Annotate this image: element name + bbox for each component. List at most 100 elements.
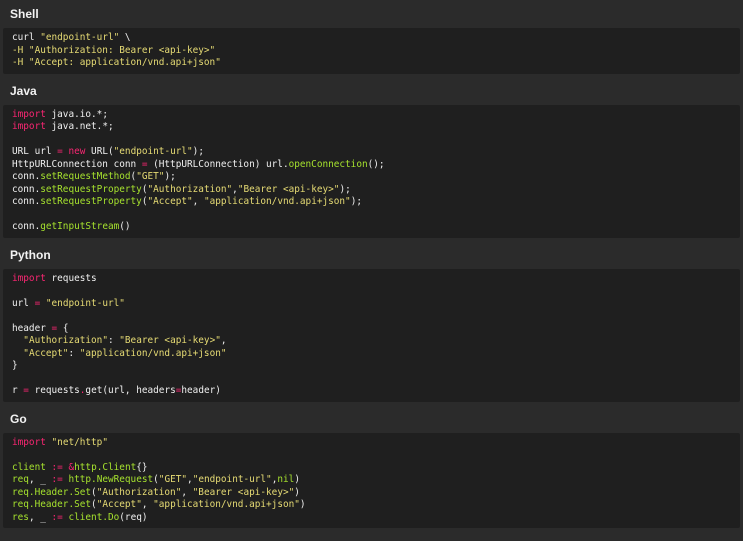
code-token: conn. xyxy=(12,196,41,207)
code-token: ); xyxy=(164,171,176,182)
code-token: "application/vnd.api+json" xyxy=(203,196,351,207)
code-token: "Authorization" xyxy=(23,335,108,346)
code-token: ) xyxy=(294,474,300,485)
code-token: ) xyxy=(299,499,306,510)
code-token: "endpoint-url" xyxy=(45,297,125,309)
code-line xyxy=(12,209,740,222)
code-token: "application/vnd.api+json" xyxy=(153,499,300,510)
code-line: import requests xyxy=(12,273,740,286)
code-token: "Accept" xyxy=(147,196,193,207)
code-line xyxy=(12,310,740,323)
code-token: "endpoint-url" xyxy=(192,474,272,485)
code-token: , xyxy=(192,196,204,207)
shell-section: Shell curl "endpoint-url" \ -H "Authoriza… xyxy=(0,2,743,74)
code-token: nil xyxy=(277,474,295,485)
code-blank xyxy=(12,449,18,460)
code-token: http.NewRequest xyxy=(68,474,154,485)
code-token: header xyxy=(12,322,52,334)
code-token: import xyxy=(12,436,46,448)
code-token: HttpURLConnection conn xyxy=(12,158,142,170)
code-line: curl "endpoint-url" \ xyxy=(12,32,740,45)
code-line: HttpURLConnection conn = (HttpURLConnect… xyxy=(12,159,740,172)
code-token: client xyxy=(12,461,46,473)
code-token: (HttpURLConnection) url. xyxy=(147,158,289,170)
code-token: http.Client xyxy=(74,461,137,473)
code-token: := xyxy=(51,511,63,523)
code-token: java.io.*; xyxy=(45,108,108,120)
code-token: new xyxy=(68,146,86,157)
code-token: -H "Authorization: Bearer <api-key>" xyxy=(12,44,216,56)
code-token: "GET" xyxy=(136,171,165,182)
code-token: setRequestMethod xyxy=(40,171,131,182)
code-token: , xyxy=(220,335,227,346)
code-token: (); xyxy=(367,158,385,170)
code-blank xyxy=(12,310,18,321)
code-line: -H "Accept: application/vnd.api+json" xyxy=(12,57,740,70)
code-token: "endpoint-url" xyxy=(113,146,193,157)
go-section-title: Go xyxy=(10,411,27,426)
shell-code-block[interactable]: curl "endpoint-url" \ -H "Authorization: … xyxy=(3,28,740,74)
code-token: URL( xyxy=(85,146,114,157)
code-token: conn. xyxy=(12,221,41,232)
code-token: conn. xyxy=(12,171,41,182)
code-token: setRequestProperty xyxy=(40,183,142,195)
code-token: "net/http" xyxy=(51,436,108,448)
code-token: url xyxy=(12,297,35,309)
code-token: , xyxy=(181,486,193,498)
code-token: conn. xyxy=(12,183,41,195)
code-token: header) xyxy=(181,385,221,396)
code-blank xyxy=(12,285,18,296)
code-token: } xyxy=(12,360,18,371)
code-token: r xyxy=(12,385,24,396)
code-token: "Bearer <api-key>" xyxy=(237,183,340,195)
code-token: , _ xyxy=(28,474,52,485)
code-line: -H "Authorization: Bearer <api-key>" xyxy=(12,45,740,58)
code-token: "Authorization" xyxy=(96,486,182,498)
code-token: "application/vnd.api+json" xyxy=(79,347,227,359)
code-token: : xyxy=(107,335,120,346)
code-token: client.Do xyxy=(68,511,120,523)
code-token: getInputStream xyxy=(40,221,120,232)
code-token: "GET" xyxy=(158,474,188,485)
code-token: openConnection xyxy=(288,158,368,170)
code-token: setRequestProperty xyxy=(40,196,142,207)
code-line: res, _ := client.Do(req) xyxy=(12,512,740,525)
code-token: res xyxy=(12,511,29,523)
code-token: import xyxy=(12,108,46,120)
code-token: "Bearer <api-key>" xyxy=(119,335,221,346)
code-blank xyxy=(12,134,18,145)
python-code-block[interactable]: import requests url = "endpoint-url" hea… xyxy=(3,268,740,402)
code-token: URL url xyxy=(12,146,58,157)
code-line: conn.setRequestProperty("Accept", "appli… xyxy=(12,196,740,209)
code-token: ); xyxy=(192,146,204,157)
code-token: requests xyxy=(45,272,97,284)
code-token: := xyxy=(51,474,63,485)
code-token: := xyxy=(51,461,63,473)
code-line xyxy=(12,285,740,298)
code-line: req.Header.Set("Authorization", "Bearer … xyxy=(12,487,740,500)
code-line: import "net/http" xyxy=(12,437,740,450)
code-line: } xyxy=(12,360,740,373)
code-line xyxy=(12,134,740,147)
code-token: ); xyxy=(339,183,351,195)
java-code-block[interactable]: import java.io.*; import java.net.*; URL … xyxy=(3,104,740,238)
code-token: ); xyxy=(350,196,362,207)
python-section-title: Python xyxy=(10,247,51,262)
code-token: import xyxy=(12,121,46,132)
code-token: "Authorization" xyxy=(147,183,233,195)
code-line xyxy=(12,449,740,462)
code-line: req, _ := http.NewRequest("GET","endpoin… xyxy=(12,474,740,487)
code-line: url = "endpoint-url" xyxy=(12,298,740,311)
code-token: "endpoint-url" xyxy=(40,32,120,43)
code-token: req.Header.Set xyxy=(12,499,92,510)
code-token: \ xyxy=(119,32,131,43)
code-line: URL url = new URL("endpoint-url"); xyxy=(12,146,740,159)
java-section: Java import java.io.*; import java.net.*;… xyxy=(0,79,743,238)
code-token: ) xyxy=(294,486,300,498)
code-line: "Accept": "application/vnd.api+json" xyxy=(12,348,740,361)
code-line: import java.net.*; xyxy=(12,121,740,134)
go-code-block[interactable]: import "net/http" client := &http.Client… xyxy=(3,432,740,528)
code-token: -H "Accept: application/vnd.api+json" xyxy=(12,57,221,68)
